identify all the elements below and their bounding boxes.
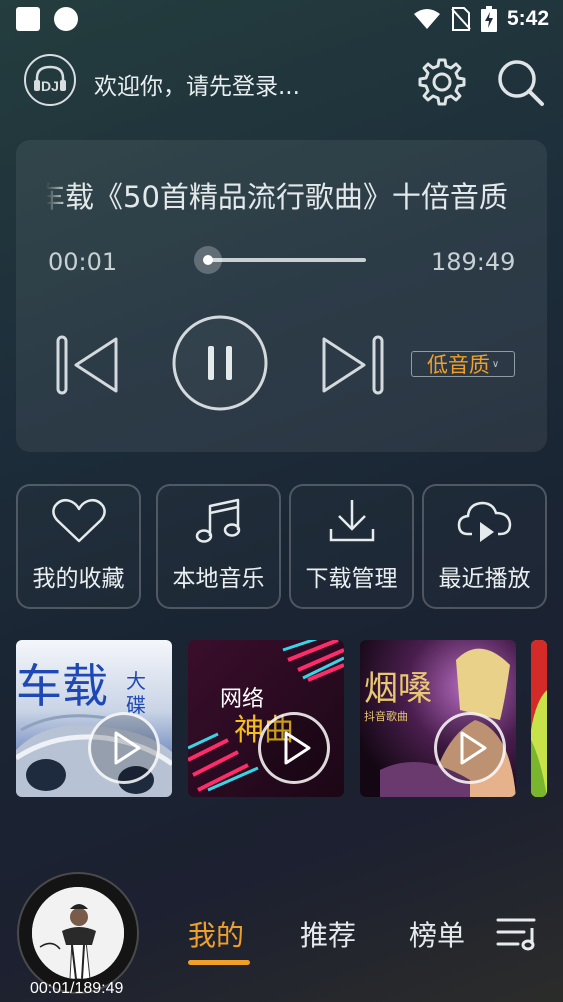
quality-label: 低音质 bbox=[426, 353, 490, 377]
total-time: 189:49 bbox=[431, 248, 516, 276]
tab-recommend[interactable]: 推荐 bbox=[300, 914, 356, 954]
tab-mine[interactable]: 我的 bbox=[188, 914, 244, 954]
recent-plays-button[interactable]: 最近播放 bbox=[422, 484, 547, 609]
pause-icon bbox=[172, 315, 268, 411]
play-album-car-button[interactable] bbox=[88, 712, 160, 784]
no-sim-icon bbox=[451, 7, 471, 31]
play-icon bbox=[460, 731, 487, 765]
bottom-nav: 00:01/189:49 我的 推荐 榜单 bbox=[0, 860, 563, 1002]
song-title-text: 车载《50首精品流行歌曲》十倍音质 bbox=[46, 180, 508, 214]
dj-logo-text: DJ bbox=[41, 78, 59, 94]
tab-charts[interactable]: 榜单 bbox=[409, 914, 465, 954]
skip-next-icon bbox=[322, 335, 384, 395]
player-card: 车载《50首精品流行歌曲》十倍音质 00:01 189:49 低音质 ∨ bbox=[16, 140, 547, 452]
download-manager-label: 下载管理 bbox=[305, 566, 398, 592]
progress-bar[interactable] bbox=[210, 258, 366, 262]
heart-icon bbox=[51, 498, 106, 543]
progress-thumb[interactable] bbox=[194, 246, 222, 274]
battery-charging-icon bbox=[480, 6, 497, 32]
album-car-sub1: 大 bbox=[126, 669, 146, 693]
search-button[interactable] bbox=[494, 56, 546, 108]
login-prompt[interactable]: 欢迎你，请先登录... bbox=[94, 67, 300, 101]
album-smoky-title: 烟嗓 bbox=[364, 669, 432, 709]
pause-button[interactable] bbox=[172, 315, 268, 411]
favorites-button[interactable]: 我的收藏 bbox=[16, 484, 141, 609]
active-tab-indicator bbox=[188, 960, 250, 965]
song-title: 车载《50首精品流行歌曲》十倍音质 bbox=[46, 174, 531, 214]
playlist-queue-button[interactable] bbox=[496, 916, 540, 952]
play-icon bbox=[114, 731, 141, 765]
status-time: 5:42 bbox=[506, 7, 549, 30]
quality-selector[interactable]: 低音质 ∨ bbox=[411, 351, 515, 377]
gear-icon bbox=[418, 58, 466, 106]
top-bar: DJ 欢迎你，请先登录... bbox=[0, 48, 563, 114]
album-card-network[interactable]: 网络 神曲 bbox=[188, 640, 344, 797]
now-playing-disc[interactable] bbox=[17, 872, 139, 994]
local-music-button[interactable]: 本地音乐 bbox=[156, 484, 281, 609]
settings-button[interactable] bbox=[416, 56, 468, 108]
favorites-label: 我的收藏 bbox=[32, 566, 125, 592]
album-car-title: 车载 bbox=[16, 659, 108, 713]
next-button[interactable] bbox=[320, 333, 384, 397]
album-smoky-sub: 抖音歌曲 bbox=[364, 709, 408, 723]
album-card-car[interactable]: 车载 大 碟 bbox=[16, 640, 172, 797]
recent-plays-label: 最近播放 bbox=[438, 566, 531, 592]
mini-player-time: 00:01/189:49 bbox=[30, 980, 124, 997]
playlist-icon bbox=[496, 918, 536, 951]
notification-circle-icon bbox=[54, 7, 78, 31]
wifi-icon bbox=[413, 9, 440, 29]
play-icon bbox=[284, 731, 311, 765]
album-cover-partial bbox=[531, 640, 547, 797]
play-album-smoky-button[interactable] bbox=[434, 712, 506, 784]
play-album-network-button[interactable] bbox=[258, 712, 330, 784]
album-card-smoky[interactable]: 烟嗓 抖音歌曲 bbox=[360, 640, 516, 797]
album-art-thumbnail bbox=[32, 887, 124, 979]
cloud-play-icon bbox=[457, 501, 511, 542]
current-time: 00:01 bbox=[48, 248, 118, 276]
chevron-down-icon: ∨ bbox=[491, 358, 500, 370]
album-card-partial[interactable] bbox=[531, 640, 547, 797]
download-manager-button[interactable]: 下载管理 bbox=[289, 484, 414, 609]
local-music-label: 本地音乐 bbox=[172, 566, 265, 592]
notification-square-icon bbox=[16, 7, 40, 31]
previous-button[interactable] bbox=[56, 333, 120, 397]
album-network-title: 网络 bbox=[220, 687, 264, 712]
search-icon bbox=[498, 60, 544, 106]
dj-logo-icon[interactable]: DJ bbox=[24, 54, 76, 106]
download-icon bbox=[329, 500, 374, 542]
music-note-icon bbox=[195, 498, 240, 543]
status-bar: 5:42 bbox=[0, 0, 563, 40]
skip-previous-icon bbox=[56, 335, 118, 395]
